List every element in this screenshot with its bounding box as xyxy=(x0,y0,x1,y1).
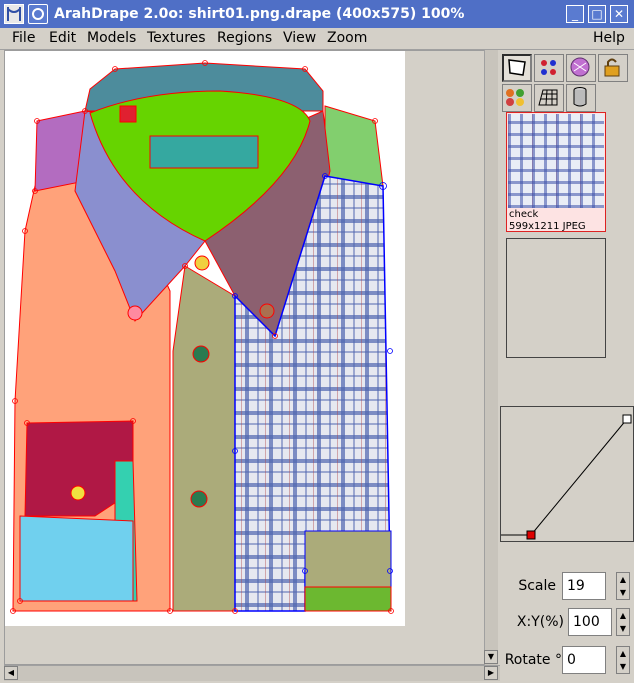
xy-ratio-input[interactable]: 100 xyxy=(568,608,612,636)
maximize-button[interactable]: □ xyxy=(588,5,606,23)
menu-bar: File Edit Models Textures Regions View Z… xyxy=(0,28,634,50)
shirt-drape-image[interactable] xyxy=(5,51,495,666)
vertical-scrollbar[interactable]: ▼ xyxy=(484,50,498,665)
xy-ratio-spinner[interactable]: ▲ ▼ xyxy=(616,608,630,636)
tool-panel: check 599x1211 JPEG Scale 19 ▲ ▼ X:Y(%) 1… xyxy=(500,50,634,683)
window-menu-icon[interactable] xyxy=(28,4,48,24)
pattern-tool-button[interactable] xyxy=(566,54,596,82)
region-placket[interactable] xyxy=(172,265,236,612)
scale-input[interactable]: 19 xyxy=(562,572,606,600)
button-placket-2[interactable] xyxy=(190,490,208,508)
scroll-down-icon[interactable]: ▼ xyxy=(484,650,498,664)
texture-info: 599x1211 JPEG xyxy=(509,221,586,232)
cylinder-tool-button[interactable] xyxy=(566,84,596,112)
horizontal-scrollbar[interactable]: ◀ ▶ xyxy=(4,665,500,681)
plaid-texture-image xyxy=(508,114,604,208)
scale-label: Scale xyxy=(518,578,556,594)
shading-curve[interactable] xyxy=(500,406,634,542)
title-bar: ArahDrape 2.0o: shirt01.png.drape (400x5… xyxy=(0,0,634,28)
grid-icon xyxy=(538,89,558,106)
menu-help[interactable]: Help xyxy=(593,30,625,46)
polygon-select-icon xyxy=(508,59,526,76)
app-icon[interactable] xyxy=(4,4,24,24)
rotate-spinner[interactable]: ▲ ▼ xyxy=(616,646,630,674)
close-button[interactable]: ✕ xyxy=(610,5,628,23)
curve-handle-low[interactable] xyxy=(526,530,536,540)
button-placket-1[interactable] xyxy=(192,345,210,363)
xy-ratio-label: X:Y(%) xyxy=(516,614,564,630)
scroll-right-icon[interactable]: ▶ xyxy=(484,666,498,680)
masks-tool-button[interactable] xyxy=(502,84,532,112)
rotate-input[interactable]: 0 xyxy=(562,646,606,674)
texture-thumbnail[interactable]: check 599x1211 JPEG xyxy=(506,112,606,232)
drape-canvas[interactable] xyxy=(4,50,494,665)
region-label[interactable] xyxy=(149,135,259,169)
window-title: ArahDrape 2.0o: shirt01.png.drape (400x5… xyxy=(54,6,465,22)
button-left-collar[interactable] xyxy=(127,305,143,321)
region-tool-button[interactable] xyxy=(502,54,532,82)
color-dots-icon xyxy=(541,60,556,75)
rotate-label: Rotate ° xyxy=(504,652,562,668)
menu-file[interactable]: File xyxy=(12,30,35,46)
menu-zoom[interactable]: Zoom xyxy=(327,30,367,46)
region-pocket-body[interactable] xyxy=(19,515,134,602)
region-right-hem[interactable] xyxy=(304,530,392,588)
pattern-ball-icon xyxy=(570,57,590,77)
menu-models[interactable]: Models xyxy=(87,30,136,46)
button-pocket[interactable] xyxy=(70,485,86,501)
masks-icon xyxy=(506,89,524,106)
texture-slot-empty[interactable] xyxy=(506,238,606,358)
texture-name: check xyxy=(509,209,539,220)
button-collar[interactable] xyxy=(194,255,210,271)
region-right-hem-green[interactable] xyxy=(304,586,392,612)
grid-tool-button[interactable] xyxy=(534,84,564,112)
minimize-button[interactable]: _ xyxy=(566,5,584,23)
scroll-left-icon[interactable]: ◀ xyxy=(4,666,18,680)
menu-view[interactable]: View xyxy=(283,30,316,46)
dots-tool-button[interactable] xyxy=(534,54,564,82)
button-right-collar[interactable] xyxy=(259,303,275,319)
menu-edit[interactable]: Edit xyxy=(49,30,76,46)
curve-handle-high[interactable] xyxy=(622,414,632,424)
menu-regions[interactable]: Regions xyxy=(217,30,272,46)
menu-textures[interactable]: Textures xyxy=(147,30,206,46)
lock-tool-button[interactable] xyxy=(598,54,628,82)
scale-spinner[interactable]: ▲ ▼ xyxy=(616,572,630,600)
cylinder-icon xyxy=(573,87,587,107)
lock-icon xyxy=(604,58,620,77)
region-tag[interactable] xyxy=(119,105,137,123)
